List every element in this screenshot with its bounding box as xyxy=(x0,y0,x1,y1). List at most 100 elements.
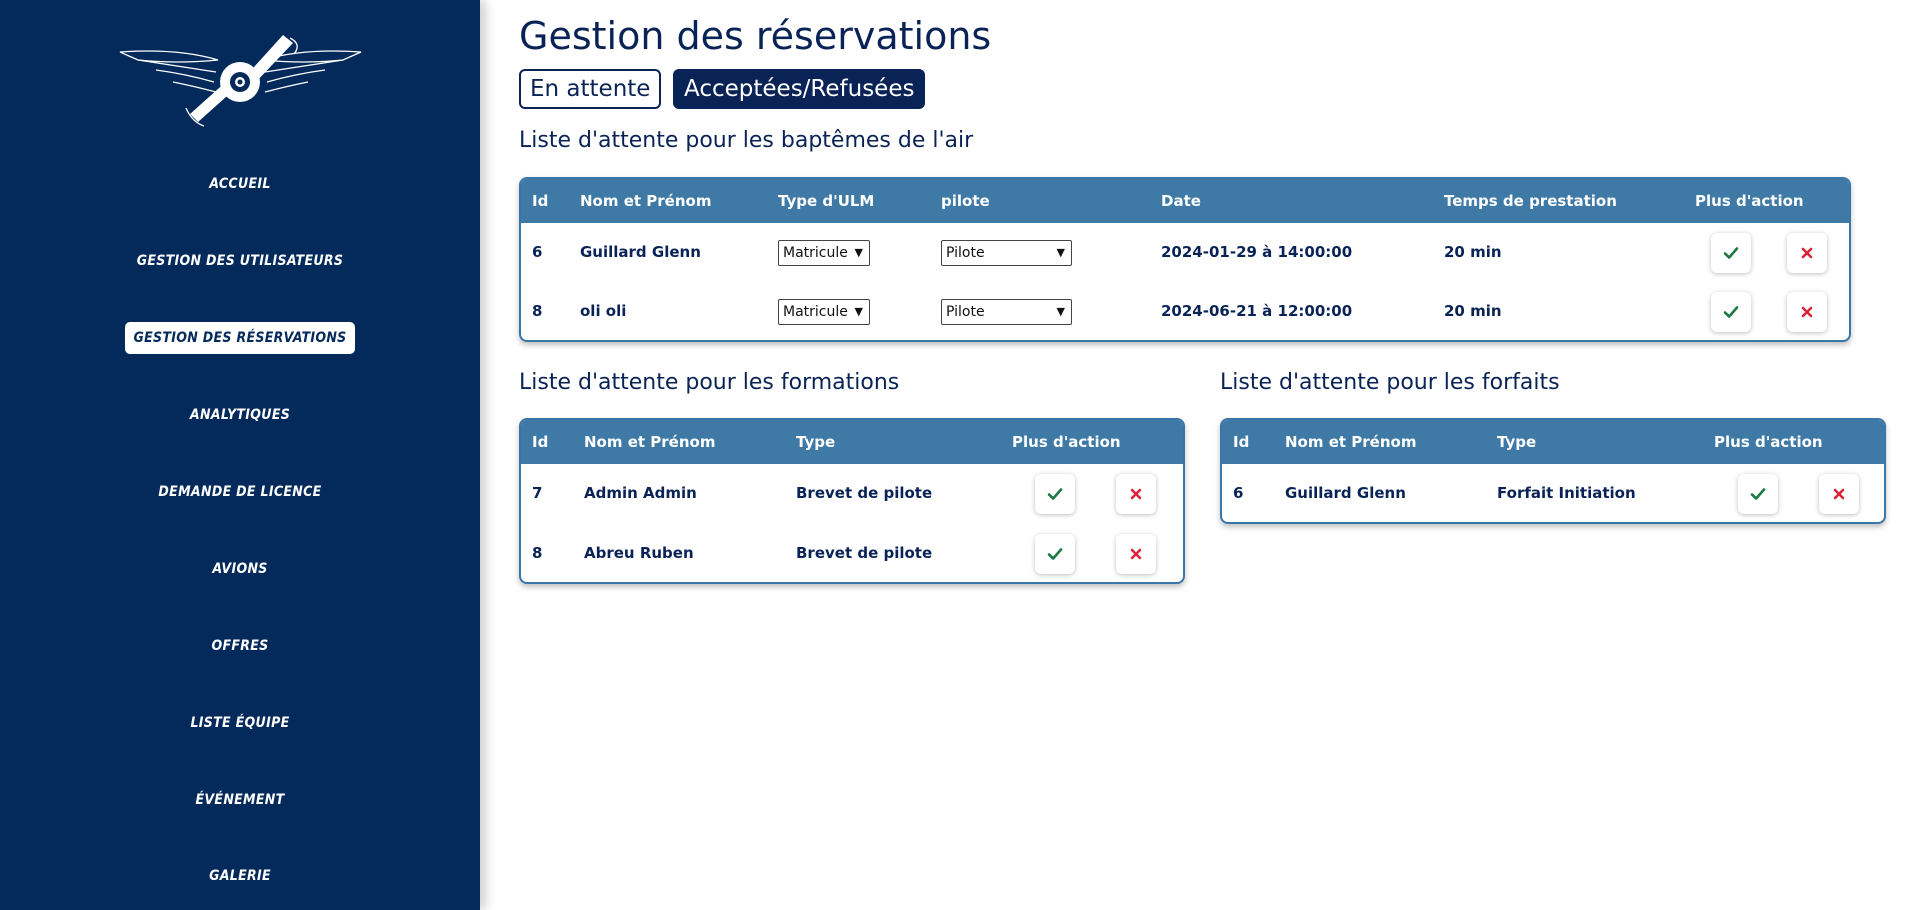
column-header: pilote xyxy=(941,192,990,210)
baptemes-table: Id Nom et Prénom Type d'ULM pilote Date … xyxy=(519,177,1851,342)
chevron-down-icon: ▼ xyxy=(854,246,863,259)
column-header: Type d'ULM xyxy=(778,192,875,210)
sidebar-item-evenement[interactable]: ÉVÉNEMENT xyxy=(0,784,480,816)
column-header: Nom et Prénom xyxy=(584,433,716,451)
pilote-select-value: Pilote xyxy=(946,304,985,320)
page-title: Gestion des réservations xyxy=(519,14,992,58)
accept-button[interactable] xyxy=(1035,474,1075,514)
sidebar-item-label: ANALYTIQUES xyxy=(189,407,291,423)
table-header: Id Nom et Prénom Type Plus d'action xyxy=(1222,420,1884,464)
row-type: Brevet de pilote xyxy=(796,544,933,562)
sidebar: ACCUEIL GESTION DES UTILISATEURS GESTION… xyxy=(0,0,480,910)
chevron-down-icon: ▼ xyxy=(1056,305,1065,318)
sidebar-item-label: GALERIE xyxy=(209,868,271,884)
tab-en-attente[interactable]: En attente xyxy=(519,69,662,109)
table-header: Id Nom et Prénom Type Plus d'action xyxy=(521,420,1183,464)
table-row: 7 Admin Admin Brevet de pilote xyxy=(521,464,1183,524)
ulm-select-value: Matricule xyxy=(783,304,848,320)
reject-button[interactable] xyxy=(1116,474,1156,514)
pilote-select-value: Pilote xyxy=(946,245,985,261)
row-id: 7 xyxy=(532,484,543,502)
row-type: Forfait Initiation xyxy=(1497,484,1636,502)
sidebar-item-accueil[interactable]: ACCUEIL xyxy=(0,168,480,200)
column-header: Id xyxy=(1233,433,1250,451)
tab-acceptees-refusees[interactable]: Acceptées/Refusées xyxy=(673,69,926,109)
sidebar-item-label: AVIONS xyxy=(212,561,268,577)
column-header: Date xyxy=(1161,192,1201,210)
row-name: oli oli xyxy=(580,302,627,320)
close-icon xyxy=(1801,306,1813,318)
reject-button[interactable] xyxy=(1787,233,1827,273)
row-duration: 20 min xyxy=(1444,243,1502,261)
table-header: Id Nom et Prénom Type d'ULM pilote Date … xyxy=(521,179,1849,223)
sidebar-item-galerie[interactable]: GALERIE xyxy=(0,860,480,892)
sidebar-item-liste-equipe[interactable]: LISTE ÉQUIPE xyxy=(0,707,480,739)
reject-button[interactable] xyxy=(1819,474,1859,514)
check-icon xyxy=(1047,548,1063,560)
pilote-select[interactable]: Pilote ▼ xyxy=(941,299,1072,325)
row-name: Admin Admin xyxy=(584,484,697,502)
row-date: 2024-01-29 à 14:00:00 xyxy=(1161,243,1353,261)
row-id: 8 xyxy=(532,544,543,562)
accept-button[interactable] xyxy=(1711,292,1751,332)
chevron-down-icon: ▼ xyxy=(1056,246,1065,259)
section-title-forfaits: Liste d'attente pour les forfaits xyxy=(1220,370,1560,395)
row-id: 6 xyxy=(1233,484,1244,502)
sidebar-item-offres[interactable]: OFFRES xyxy=(0,630,480,662)
table-row: 8 Abreu Ruben Brevet de pilote xyxy=(521,524,1183,582)
close-icon xyxy=(1801,247,1813,259)
sidebar-item-label: GESTION DES UTILISATEURS xyxy=(136,253,344,269)
column-header: Plus d'action xyxy=(1012,433,1121,451)
row-name: Guillard Glenn xyxy=(580,243,701,261)
accept-button[interactable] xyxy=(1738,474,1778,514)
ulm-select[interactable]: Matricule ▼ xyxy=(778,240,870,266)
sidebar-item-label: GESTION DES RÉSERVATIONS xyxy=(125,322,355,354)
forfaits-table: Id Nom et Prénom Type Plus d'action 6 Gu… xyxy=(1220,418,1886,524)
ulm-select-value: Matricule xyxy=(783,245,848,261)
accept-button[interactable] xyxy=(1035,534,1075,574)
row-id: 8 xyxy=(532,302,543,320)
row-duration: 20 min xyxy=(1444,302,1502,320)
sidebar-item-analytiques[interactable]: ANALYTIQUES xyxy=(0,399,480,431)
sidebar-item-label: ÉVÉNEMENT xyxy=(195,792,285,808)
section-title-baptemes: Liste d'attente pour les baptêmes de l'a… xyxy=(519,128,974,153)
check-icon xyxy=(1750,488,1766,500)
check-icon xyxy=(1047,488,1063,500)
close-icon xyxy=(1833,488,1845,500)
section-title-formations: Liste d'attente pour les formations xyxy=(519,370,900,395)
column-header: Id xyxy=(532,433,549,451)
sidebar-item-gestion-utilisateurs[interactable]: GESTION DES UTILISATEURS xyxy=(0,245,480,277)
column-header: Nom et Prénom xyxy=(580,192,712,210)
sidebar-item-label: DEMANDE DE LICENCE xyxy=(158,484,322,500)
row-name: Abreu Ruben xyxy=(584,544,694,562)
chevron-down-icon: ▼ xyxy=(854,305,863,318)
sidebar-item-avions[interactable]: AVIONS xyxy=(0,553,480,585)
column-header: Plus d'action xyxy=(1695,192,1804,210)
row-type: Brevet de pilote xyxy=(796,484,933,502)
column-header: Temps de prestation xyxy=(1444,192,1617,210)
logo-icon[interactable] xyxy=(118,30,363,130)
formations-table: Id Nom et Prénom Type Plus d'action 7 Ad… xyxy=(519,418,1185,584)
row-id: 6 xyxy=(532,243,543,261)
check-icon xyxy=(1723,247,1739,259)
row-name: Guillard Glenn xyxy=(1285,484,1406,502)
sidebar-item-label: LISTE ÉQUIPE xyxy=(190,715,290,731)
sidebar-item-demande-licence[interactable]: DEMANDE DE LICENCE xyxy=(0,476,480,508)
accept-button[interactable] xyxy=(1711,233,1751,273)
table-row: 6 Guillard Glenn Matricule ▼ Pilote ▼ 2024… xyxy=(521,223,1849,282)
ulm-select[interactable]: Matricule ▼ xyxy=(778,299,870,325)
sidebar-item-label: OFFRES xyxy=(211,638,269,654)
pilote-select[interactable]: Pilote ▼ xyxy=(941,240,1072,266)
main-content: Gestion des réservations En attente Acce… xyxy=(519,0,1917,910)
reject-button[interactable] xyxy=(1787,292,1827,332)
close-icon xyxy=(1130,548,1142,560)
column-header: Plus d'action xyxy=(1714,433,1823,451)
column-header: Nom et Prénom xyxy=(1285,433,1417,451)
table-row: 6 Guillard Glenn Forfait Initiation xyxy=(1222,464,1884,522)
column-header: Id xyxy=(532,192,549,210)
table-row: 8 oli oli Matricule ▼ Pilote ▼ 2024-06-21 … xyxy=(521,282,1849,340)
column-header: Type xyxy=(1497,433,1537,451)
sidebar-item-gestion-reservations[interactable]: GESTION DES RÉSERVATIONS xyxy=(0,322,480,354)
row-date: 2024-06-21 à 12:00:00 xyxy=(1161,302,1353,320)
reject-button[interactable] xyxy=(1116,534,1156,574)
